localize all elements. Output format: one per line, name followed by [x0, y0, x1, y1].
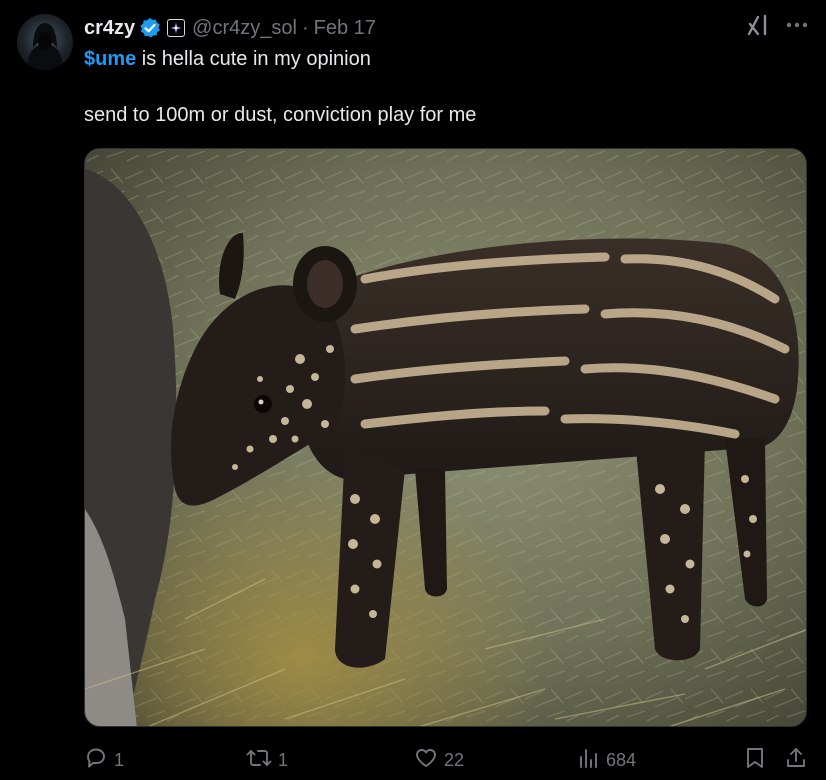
reply-button[interactable]: 1: [84, 746, 124, 774]
repost-button[interactable]: 1: [246, 746, 288, 774]
views-button[interactable]: 684: [578, 746, 636, 774]
action-bar: 1 1 22 684: [84, 746, 808, 774]
author-handle[interactable]: @cr4zy_sol: [192, 17, 297, 40]
top-right-controls: [746, 14, 808, 36]
post-header: cr4zy @cr4zy_sol · Feb 17: [84, 15, 376, 41]
post-date[interactable]: Feb 17: [314, 17, 376, 40]
heart-icon: [414, 746, 438, 775]
affiliate-badge-icon[interactable]: [167, 19, 186, 37]
repost-icon: [246, 746, 272, 775]
grok-icon[interactable]: [746, 14, 770, 36]
views-count: 684: [606, 749, 637, 770]
repost-count: 1: [278, 749, 289, 770]
separator: ·: [301, 16, 309, 39]
avatar[interactable]: [17, 14, 73, 70]
reply-count: 1: [114, 749, 125, 770]
bookmark-icon: [744, 746, 766, 775]
share-button[interactable]: [784, 746, 808, 774]
post-image[interactable]: [84, 148, 807, 727]
cashtag-link[interactable]: $ume: [84, 48, 136, 70]
author-name[interactable]: cr4zy: [84, 17, 135, 40]
verified-badge-icon[interactable]: [139, 17, 161, 39]
reply-icon: [84, 746, 108, 775]
views-icon: [578, 746, 600, 775]
tweet: cr4zy @cr4zy_sol · Feb 17 $ume is hella …: [0, 0, 826, 780]
more-icon[interactable]: [786, 22, 808, 28]
bookmark-button[interactable]: [744, 746, 766, 774]
post-text-line-1: $ume is hella cute in my opinion: [84, 48, 371, 71]
post-text-fragment: is hella cute in my opinion: [136, 48, 371, 70]
like-count: 22: [444, 749, 465, 770]
like-button[interactable]: 22: [414, 746, 464, 774]
share-icon: [784, 746, 808, 775]
post-text-line-2: send to 100m or dust, conviction play fo…: [84, 104, 477, 126]
